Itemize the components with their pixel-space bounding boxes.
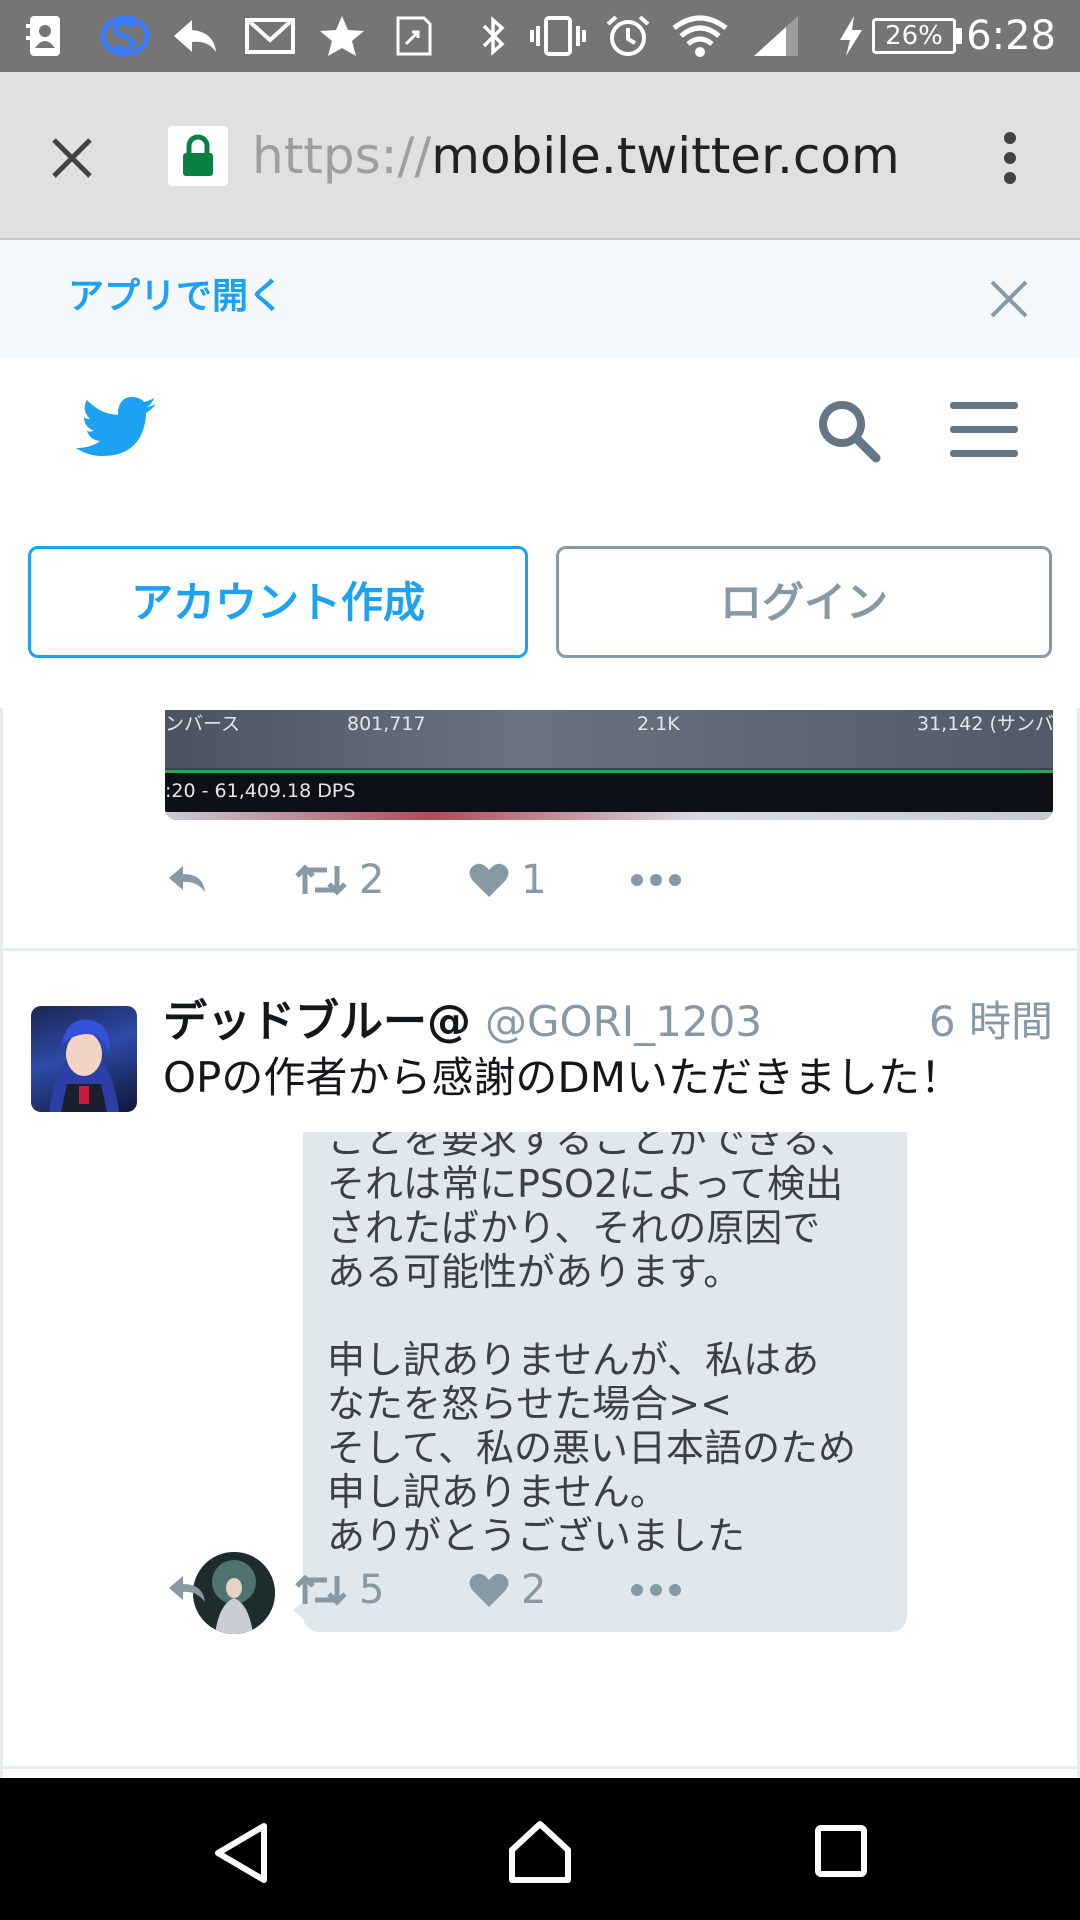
create-account-button[interactable]: アカウント作成	[28, 546, 528, 658]
s-browser-icon	[100, 15, 150, 57]
charging-icon	[840, 16, 862, 56]
more-vert-icon[interactable]	[998, 130, 1022, 186]
close-banner-icon[interactable]	[988, 278, 1030, 320]
login-button[interactable]: ログイン	[556, 546, 1052, 658]
timeline[interactable]: ンバース 801,717 2.1K 31,142 (サンバー :20 - 61,…	[0, 708, 1080, 1778]
close-tab-icon[interactable]	[48, 134, 96, 182]
like-count: 2	[521, 1567, 547, 1613]
tweet-divider	[3, 948, 1077, 951]
user-handle[interactable]: @GORI_1203	[485, 994, 762, 1050]
tweet[interactable]: デッドブルー@ @GORI_1203 6 時間 OPの作者から感謝のDMいただき…	[3, 960, 1077, 1778]
open-in-app-banner: アプリで開く	[0, 240, 1080, 358]
retweet-button[interactable]: 5	[295, 1560, 384, 1620]
media-dps-row: :20 - 61,409.18 DPS	[165, 770, 1053, 815]
url-field[interactable]: https://mobile.twitter.com	[252, 126, 900, 186]
alarm-icon	[606, 15, 650, 56]
retweet-count: 5	[359, 1567, 385, 1613]
star-icon	[320, 16, 364, 56]
reply-icon	[174, 20, 216, 52]
vibrate-icon	[530, 16, 586, 56]
wifi-icon	[672, 15, 728, 57]
display-name[interactable]: デッドブルー@	[163, 994, 471, 1050]
media-label: 801,717	[347, 713, 426, 735]
twitter-header: アカウント作成 ログイン	[0, 358, 1080, 709]
reply-button[interactable]	[165, 1560, 209, 1620]
media-label: 2.1K	[637, 713, 680, 735]
bluetooth-icon	[482, 16, 505, 56]
avatar[interactable]	[31, 1006, 137, 1112]
like-button[interactable]: 1	[469, 850, 546, 910]
media-header-row: ンバース 801,717 2.1K 31,142 (サンバー	[165, 710, 1053, 768]
reply-icon	[169, 866, 205, 892]
open-in-app-link[interactable]: アプリで開く	[68, 274, 284, 320]
sticker-icon	[396, 16, 432, 56]
tweet-text: OPの作者から感謝のDMいただきました！	[163, 1053, 962, 1102]
media-label: :20 - 61,409.18 DPS	[165, 780, 356, 802]
heart-icon	[469, 863, 509, 897]
like-count: 1	[521, 857, 547, 903]
signal-icon	[754, 16, 798, 56]
retweet-button[interactable]: 2	[295, 850, 384, 910]
reply-button[interactable]	[165, 850, 209, 910]
more-button[interactable]	[629, 850, 683, 910]
like-button[interactable]: 2	[469, 1560, 546, 1620]
tweet-actions: 2 1	[163, 850, 723, 910]
dm-message-text: ことを要求することができる、 それは常にPSO2によって検出 されたばかり、それ…	[327, 1132, 859, 1558]
media-label: ンバース	[165, 713, 241, 735]
menu-hamburger-icon[interactable]	[950, 400, 1018, 460]
url-host: mobile.twitter.com	[431, 127, 900, 185]
gmail-icon	[245, 18, 295, 54]
battery-tip	[956, 28, 962, 44]
tweet-timestamp[interactable]: 6 時間	[929, 994, 1053, 1050]
recents-icon[interactable]	[814, 1824, 868, 1878]
status-time: 6:28	[966, 13, 1056, 59]
retweet-count: 2	[359, 857, 385, 903]
more-button[interactable]	[629, 1560, 683, 1620]
back-icon[interactable]	[212, 1822, 270, 1884]
tweet-divider	[3, 1766, 1077, 1769]
media-bottom-strip	[165, 812, 1053, 820]
retweet-icon	[295, 1574, 347, 1606]
contacts-icon	[26, 16, 60, 56]
retweet-icon	[295, 864, 347, 896]
browser-toolbar: https://mobile.twitter.com	[0, 72, 1080, 240]
url-scheme: https://	[252, 127, 432, 185]
more-horizontal-icon	[631, 874, 681, 886]
tweet-media-image[interactable]: ンバース 801,717 2.1K 31,142 (サンバー :20 - 61,…	[165, 710, 1053, 820]
secure-lock-icon[interactable]	[168, 126, 228, 186]
dm-message-bubble: ことを要求することができる、 それは常にPSO2によって検出 されたばかり、それ…	[303, 1132, 907, 1632]
home-icon[interactable]	[508, 1820, 572, 1884]
system-navigation-bar	[0, 1778, 1080, 1920]
twitter-bird-icon[interactable]	[76, 396, 156, 462]
status-bar: 26% 6:28	[0, 0, 1080, 72]
battery-indicator: 26%	[872, 18, 956, 54]
tweet-actions: 5 2	[163, 1560, 723, 1620]
media-label: 31,142 (サンバー	[917, 713, 1053, 735]
reply-icon	[169, 1576, 205, 1602]
more-horizontal-icon	[631, 1584, 681, 1596]
heart-icon	[469, 1573, 509, 1607]
search-icon[interactable]	[816, 398, 882, 464]
